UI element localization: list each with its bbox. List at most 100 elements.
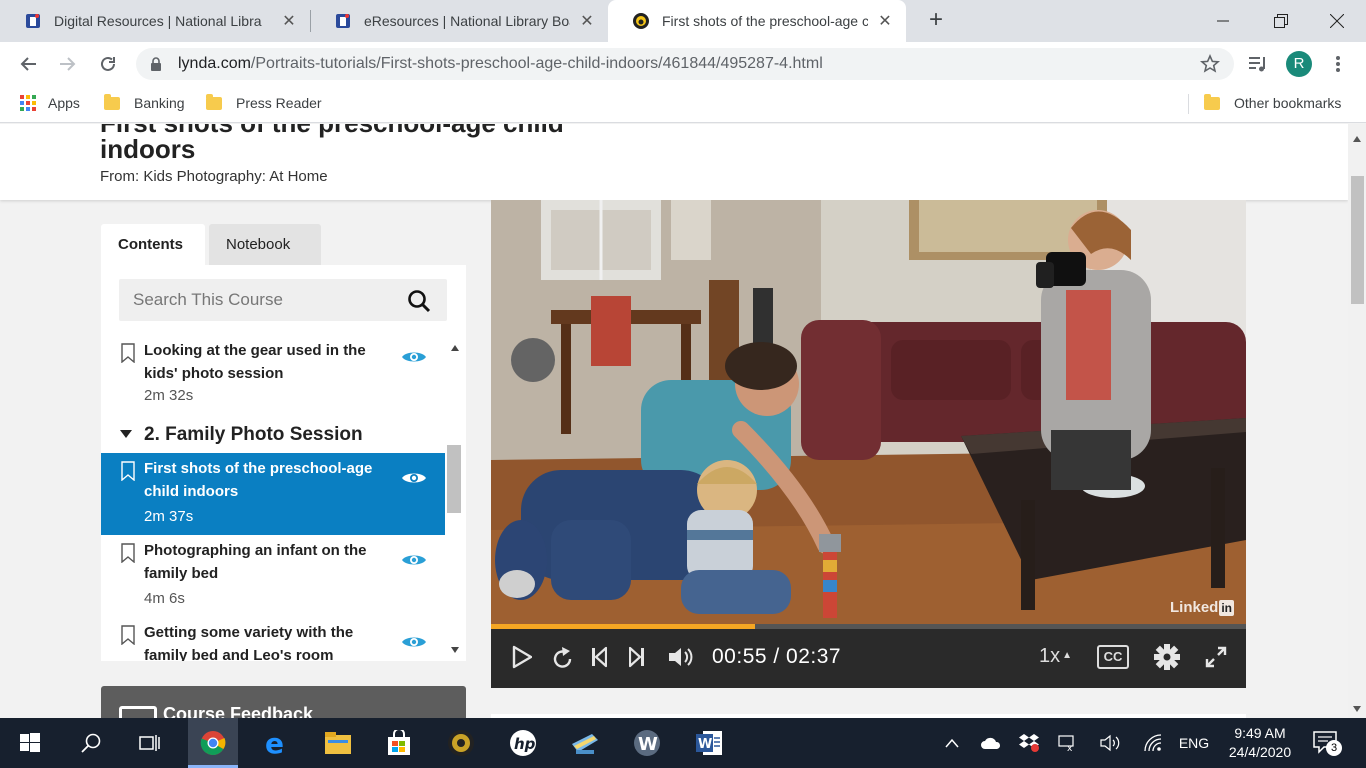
play-button[interactable] xyxy=(511,643,533,671)
bookmark-other[interactable]: Other bookmarks xyxy=(1204,93,1341,111)
tab-eresources[interactable]: eResources | National Library Boa ✕ xyxy=(310,0,608,42)
page-scroll-thumb[interactable] xyxy=(1351,176,1364,304)
linkedin-in-badge: in xyxy=(1219,600,1234,616)
search-taskbar-button[interactable] xyxy=(66,718,116,768)
minimize-button[interactable] xyxy=(1194,0,1252,42)
bookmark-icon[interactable] xyxy=(121,461,135,486)
close-window-button[interactable] xyxy=(1308,0,1366,42)
tab-strip: Digital Resources | National Libra ✕ eRe… xyxy=(0,0,1366,42)
tab-digital-resources[interactable]: Digital Resources | National Libra ✕ xyxy=(0,0,310,42)
tab-contents[interactable]: Contents xyxy=(101,224,205,266)
onedrive-tray-icon[interactable] xyxy=(976,718,1006,768)
lynda-favicon xyxy=(632,12,650,30)
volume-button[interactable] xyxy=(667,643,695,671)
video-title: Photographing an infant on the family be… xyxy=(144,542,367,582)
video-frame[interactable]: Linked in xyxy=(491,200,1246,624)
playback-time: 00:55 / 02:37 xyxy=(712,645,842,668)
windows-taskbar: e hp W W x ENG 9:49 AM 24/4/2020 3 xyxy=(0,718,1366,768)
chapter-heading[interactable]: 2. Family Photo Session xyxy=(101,417,445,453)
bookmark-icon[interactable] xyxy=(121,625,135,650)
tab-lynda-active[interactable]: First shots of the preschool-age c ✕ xyxy=(608,0,906,42)
volume-tray-icon[interactable] xyxy=(1096,718,1126,768)
show-hidden-icons-button[interactable] xyxy=(938,718,966,768)
start-button[interactable] xyxy=(5,718,55,768)
browser-menu-button[interactable] xyxy=(1324,50,1352,78)
media-app-taskbar-button[interactable] xyxy=(436,718,486,768)
file-explorer-taskbar-button[interactable] xyxy=(313,718,363,768)
reload-button[interactable] xyxy=(94,50,122,78)
course-feedback-button[interactable]: Course Feedback xyxy=(101,686,466,718)
replay-button[interactable] xyxy=(551,643,575,671)
bookmarks-bar: Apps Banking Press Reader Other bookmark… xyxy=(0,86,1366,123)
toc-video-item[interactable]: Getting some variety with the family bed… xyxy=(101,617,445,661)
forward-button[interactable] xyxy=(54,50,82,78)
video-duration: 4m 6s xyxy=(144,590,185,607)
bookmark-press-reader[interactable]: Press Reader xyxy=(206,93,322,111)
eye-icon[interactable] xyxy=(401,634,427,655)
video-player[interactable]: Linked in 00:55 / 02:37 1x ▲ CC xyxy=(491,200,1246,688)
bookmark-banking[interactable]: Banking xyxy=(104,93,185,111)
folder-icon xyxy=(1204,93,1220,110)
store-taskbar-button[interactable] xyxy=(374,718,424,768)
hp-taskbar-button[interactable]: hp xyxy=(498,718,548,768)
scroll-down-arrow-icon[interactable] xyxy=(451,647,459,653)
profile-avatar[interactable]: R xyxy=(1286,51,1312,77)
eye-icon[interactable] xyxy=(401,349,427,370)
toc-scroll-thumb[interactable] xyxy=(447,445,461,513)
scroll-down-arrow-icon[interactable] xyxy=(1353,706,1361,712)
closed-captions-button[interactable]: CC xyxy=(1097,645,1129,669)
toc-video-item-current[interactable]: First shots of the preschool-age child i… xyxy=(101,453,445,535)
system-clock[interactable]: 9:49 AM 24/4/2020 xyxy=(1222,724,1298,762)
playback-speed-button[interactable]: 1x ▲ xyxy=(1039,645,1072,668)
close-tab-icon[interactable]: ✕ xyxy=(280,11,298,31)
media-control-button[interactable] xyxy=(1244,50,1272,78)
word-taskbar-button[interactable]: W xyxy=(684,718,734,768)
wps-taskbar-button[interactable]: W xyxy=(622,718,672,768)
dropbox-tray-icon[interactable] xyxy=(1014,718,1044,768)
cloud-icon xyxy=(981,737,1001,749)
bookmark-star-icon[interactable] xyxy=(1200,54,1220,79)
task-view-button[interactable] xyxy=(125,718,175,768)
nlb-favicon xyxy=(334,12,352,30)
page-scrollbar[interactable] xyxy=(1348,124,1366,718)
settings-button[interactable] xyxy=(1153,643,1181,671)
search-input[interactable] xyxy=(119,279,399,321)
next-video-button[interactable] xyxy=(627,643,647,671)
bookmark-apps[interactable]: Apps xyxy=(20,95,80,111)
eye-icon[interactable] xyxy=(401,470,427,491)
bookmark-icon[interactable] xyxy=(121,543,135,568)
tab-notebook[interactable]: Notebook xyxy=(209,224,321,266)
scroll-up-arrow-icon[interactable] xyxy=(451,345,459,351)
chrome-taskbar-button[interactable] xyxy=(188,718,238,768)
previous-video-button[interactable] xyxy=(589,643,609,671)
back-button[interactable] xyxy=(14,50,42,78)
speaker-app-icon xyxy=(448,730,474,756)
toc-video-item[interactable]: Looking at the gear used in the kids' ph… xyxy=(101,335,445,417)
course-search xyxy=(119,279,447,321)
action-center-button[interactable]: 3 xyxy=(1312,730,1342,759)
close-tab-icon[interactable]: ✕ xyxy=(876,11,894,31)
address-bar[interactable]: lynda.com/Portraits-tutorials/First-shot… xyxy=(136,48,1234,80)
language-indicator[interactable]: ENG xyxy=(1174,718,1214,768)
wifi-tray-icon[interactable] xyxy=(1138,718,1168,768)
input-method-tray-icon[interactable]: x xyxy=(1054,718,1084,768)
fullscreen-button[interactable] xyxy=(1203,643,1229,671)
svg-text:e: e xyxy=(265,730,284,756)
close-tab-icon[interactable]: ✕ xyxy=(578,11,596,31)
new-tab-button[interactable]: + xyxy=(924,8,948,32)
bookmark-icon[interactable] xyxy=(121,343,135,368)
search-icon[interactable] xyxy=(407,289,431,318)
gear-icon xyxy=(1154,644,1180,670)
scroll-up-arrow-icon[interactable] xyxy=(1353,136,1361,142)
edge-taskbar-button[interactable]: e xyxy=(251,718,301,768)
bookmark-label: Apps xyxy=(48,95,80,111)
tab-title: eResources | National Library Boa xyxy=(364,13,570,29)
eye-icon[interactable] xyxy=(401,552,427,573)
url-path: /Portraits-tutorials/First-shots-prescho… xyxy=(250,55,823,72)
clock-date: 24/4/2020 xyxy=(1228,744,1292,760)
toc-scrollbar[interactable] xyxy=(445,335,466,661)
toc-video-item[interactable]: Photographing an infant on the family be… xyxy=(101,535,445,617)
restore-button[interactable] xyxy=(1252,0,1310,42)
scanner-app-taskbar-button[interactable] xyxy=(560,718,610,768)
store-bag-icon xyxy=(388,730,410,755)
